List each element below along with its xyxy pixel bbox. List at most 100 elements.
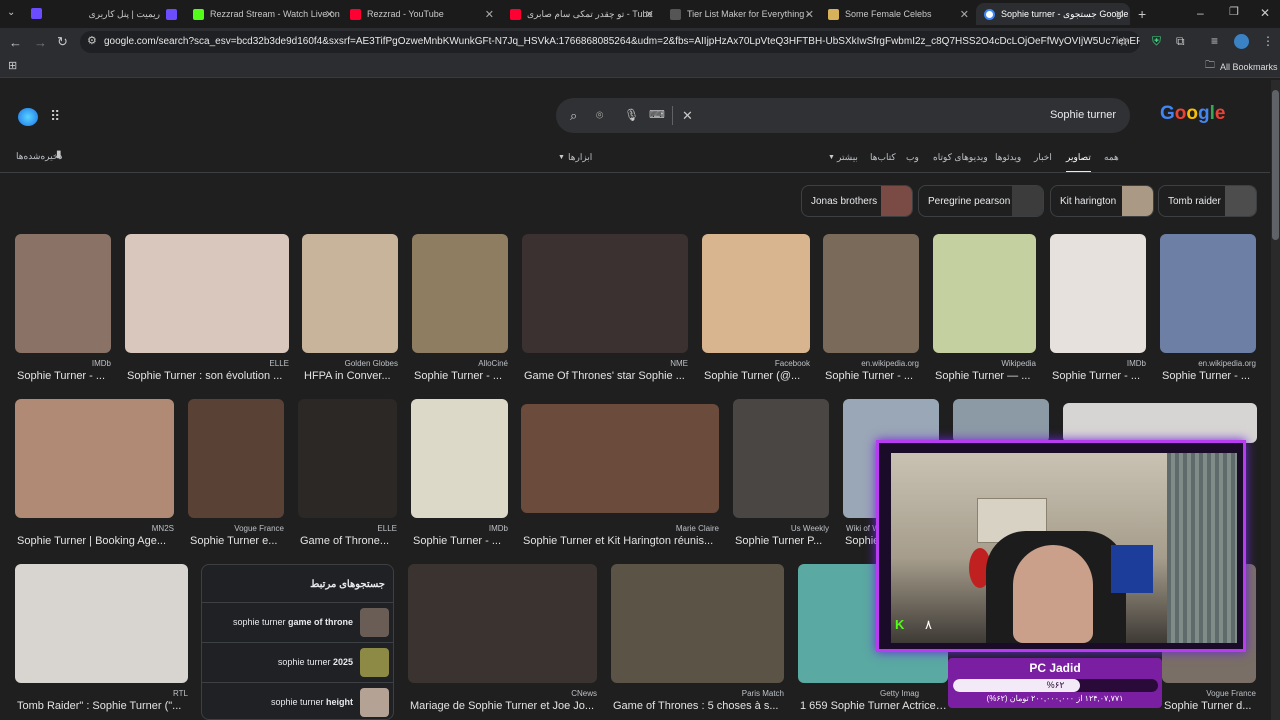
tools-button[interactable]: ابزارها [568, 152, 592, 163]
chip-tomb-raider[interactable]: Tomb raider [1158, 185, 1257, 217]
assistant-icon[interactable] [18, 108, 38, 126]
result-source[interactable]: Wikipedia [933, 359, 1036, 368]
tab-remit[interactable]: ریمیت | پنل کاربری [55, 3, 185, 25]
result-image[interactable] [522, 234, 688, 353]
related-search-item[interactable]: sophie turner game of throne [202, 602, 393, 642]
result-source[interactable]: en.wikipedia.org [1160, 359, 1256, 368]
chip-jonas-brothers[interactable]: Jonas brothers [801, 185, 913, 217]
result-image[interactable] [188, 399, 284, 518]
result-source[interactable]: RTL [15, 689, 188, 698]
result-image[interactable] [408, 564, 597, 683]
result-caption[interactable]: Sophie Turner - ... [414, 370, 508, 382]
address-bar[interactable]: ⚙ google.com/search?sca_esv=bcd32b3de9d1… [80, 31, 1140, 53]
tab-celebs[interactable]: Some Female Celebs ✕ [820, 3, 975, 25]
result-caption[interactable]: Game of Thrones : 5 choses à s... [613, 700, 784, 712]
close-icon[interactable]: ✕ [645, 8, 654, 21]
result-caption[interactable]: Sophie Turner d... [1164, 700, 1256, 712]
search-query[interactable]: Sophie turner [1050, 109, 1116, 121]
result-image[interactable] [1050, 234, 1146, 353]
result-caption[interactable]: Sophie Turner - ... [1162, 370, 1256, 382]
result-image[interactable] [521, 404, 719, 513]
result-image[interactable] [933, 234, 1036, 353]
result-source[interactable]: ELLE [298, 524, 397, 533]
result-source[interactable]: AlloCiné [412, 359, 508, 368]
scrollbar[interactable] [1271, 80, 1280, 720]
result-image[interactable] [125, 234, 289, 353]
close-icon[interactable]: ✕ [1115, 8, 1124, 21]
result-source[interactable]: ELLE [125, 359, 289, 368]
result-image[interactable] [702, 234, 810, 353]
result-caption[interactable]: Game Of Thrones' star Sophie ... [524, 370, 688, 382]
result-source[interactable]: NME [522, 359, 688, 368]
result-image[interactable] [611, 564, 784, 683]
site-info-icon[interactable]: ⚙ [87, 36, 97, 47]
result-image[interactable] [302, 234, 398, 353]
result-image[interactable] [823, 234, 919, 353]
result-image[interactable] [953, 399, 1049, 443]
result-source[interactable]: Getty Imag [880, 689, 946, 698]
result-source[interactable]: IMDb [1050, 359, 1146, 368]
result-caption[interactable]: Sophie Turner - ... [413, 535, 508, 547]
result-caption[interactable]: Sophie Turner — ... [935, 370, 1036, 382]
folder-icon[interactable]: 🗀 [1205, 61, 1215, 71]
result-source[interactable]: CNews [408, 689, 597, 698]
extensions-icon[interactable]: ⧉ [1176, 35, 1185, 47]
tab-tierlist[interactable]: Tier List Maker for Everything - ✕ [662, 3, 820, 25]
apps-grid-icon[interactable]: ⠿ [50, 109, 60, 123]
new-tab-icon[interactable]: + [1138, 7, 1146, 21]
result-caption[interactable]: 1 659 Sophie Turner Actrice Ph... [800, 700, 948, 712]
nav-videos[interactable]: ویدئوها [995, 152, 1021, 163]
tab-youtube-2[interactable]: تو چقدر تمکی سام صابری - Tube ✕ [502, 3, 660, 25]
result-image[interactable] [298, 399, 397, 518]
close-icon[interactable]: ✕ [960, 8, 969, 21]
all-bookmarks[interactable]: All Bookmarks [1220, 62, 1278, 72]
result-caption[interactable]: Sophie Turner P... [735, 535, 829, 547]
lens-icon[interactable]: ⌾ [596, 109, 603, 121]
microphone-icon[interactable]: 🎙 [624, 109, 639, 121]
result-source[interactable]: IMDb [15, 359, 111, 368]
nav-news[interactable]: اخبار [1034, 152, 1052, 163]
window-close-icon[interactable]: ✕ [1260, 7, 1270, 19]
pinned-tab-icon[interactable] [31, 8, 42, 19]
menu-icon[interactable]: ⋮ [1262, 35, 1274, 47]
result-caption[interactable]: Sophie Turner e... [190, 535, 284, 547]
chip-peregrine-pearson[interactable]: Peregrine pearson [918, 185, 1044, 217]
result-source[interactable]: Golden Globes [302, 359, 398, 368]
result-caption[interactable]: HFPA in Conver... [304, 370, 398, 382]
tab-google-active[interactable]: Sophie turner - جستجوی Google ✕ [976, 3, 1130, 25]
result-caption[interactable]: Sophie Turner - ... [17, 370, 111, 382]
result-source[interactable]: Us Weekly [733, 524, 829, 533]
apps-icon[interactable]: ⊞ [8, 61, 17, 72]
forward-icon[interactable]: → [34, 36, 47, 49]
result-image[interactable] [1160, 234, 1256, 353]
media-icon[interactable]: ≡ [1211, 35, 1218, 47]
result-image[interactable] [733, 399, 829, 518]
restore-icon[interactable]: ❐ [1229, 7, 1239, 18]
scrollbar-thumb[interactable] [1272, 90, 1279, 240]
back-icon[interactable]: ← [9, 36, 22, 49]
result-source[interactable]: en.wikipedia.org [823, 359, 919, 368]
result-caption[interactable]: Sophie Turner - ... [1052, 370, 1146, 382]
result-image[interactable] [15, 234, 111, 353]
result-image[interactable] [15, 399, 174, 518]
result-caption[interactable]: Sophie Turner - ... [825, 370, 919, 382]
result-caption[interactable]: Sophie Turner et Kit Harington réunis... [523, 535, 719, 547]
keyboard-icon[interactable]: ⌨ [649, 110, 665, 121]
clear-icon[interactable]: ✕ [682, 109, 693, 122]
related-search-item[interactable]: sophie turner height [202, 682, 393, 719]
search-box[interactable]: ⌕ ⌾ 🎙 ⌨ ✕ Sophie turner [556, 98, 1130, 133]
nav-more[interactable]: بیشتر [837, 152, 858, 163]
result-source[interactable]: Paris Match [611, 689, 784, 698]
result-caption[interactable]: Mariage de Sophie Turner et Joe Jo... [410, 700, 597, 712]
nav-books[interactable]: کتاب‌ها [870, 152, 896, 163]
result-source[interactable]: Vogue France [188, 524, 284, 533]
close-icon[interactable]: ✕ [805, 8, 814, 21]
result-caption[interactable]: Sophie Turner (@... [704, 370, 810, 382]
result-caption[interactable]: Tomb Raider" : Sophie Turner ("... [17, 700, 188, 712]
result-image[interactable] [1063, 403, 1257, 443]
result-source[interactable]: Marie Claire [521, 524, 719, 533]
saved-link[interactable]: ذخیره‌شده‌ها [16, 151, 62, 162]
close-icon[interactable]: ✕ [485, 8, 494, 21]
shield-extension-icon[interactable]: ⛨ [1152, 35, 1161, 47]
related-search-item[interactable]: sophie turner 2025 [202, 642, 393, 682]
